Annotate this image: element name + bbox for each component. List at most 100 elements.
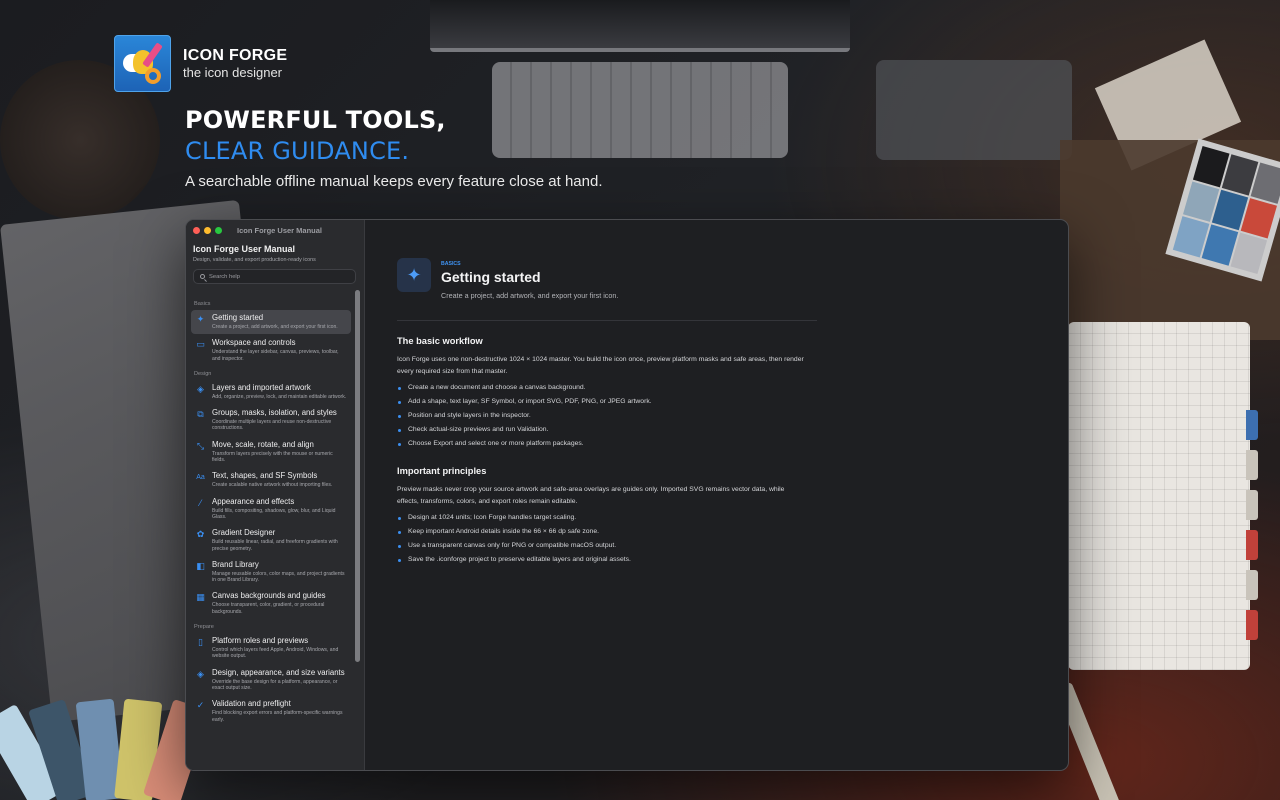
- section-label-basics: Basics: [194, 301, 211, 307]
- headline-subtitle: A searchable offline manual keeps every …: [185, 173, 603, 190]
- background-monitor: [430, 0, 850, 52]
- bullet-list: Create a new document and choose a canva…: [397, 381, 817, 451]
- sidebar-item-label: Move, scale, rotate, and align: [212, 439, 314, 449]
- sidebar-item-desc: Create scalable native artwork without i…: [212, 482, 333, 489]
- sidebar-nav: Basics ✦ Getting started Create a project…: [191, 296, 351, 770]
- section-label-design: Design: [194, 370, 212, 377]
- search-field[interactable]: [193, 269, 356, 284]
- sidebar-item-layers[interactable]: ◈ Layers and imported artwork Add, organi…: [191, 380, 351, 404]
- sidebar-item-desc: Manage reusable colors, color maps, and …: [212, 570, 345, 584]
- sidebar-item-desc: Control which layers feed Apple, Android…: [212, 647, 339, 660]
- sidebar-item-label: Brand Library: [212, 559, 259, 569]
- sidebar-item-getting-started[interactable]: ✦ Getting started Create a project, add a…: [191, 310, 351, 335]
- sidebar-item-label: Groups, masks, isolation, and styles: [212, 408, 337, 418]
- list-item: Create a new document and choose a canva…: [397, 381, 817, 395]
- sidebar-item-label: Appearance and effects: [212, 496, 295, 506]
- sidebar-item-groups[interactable]: ⧉ Groups, masks, isolation, and styles Co…: [191, 405, 351, 436]
- sidebar-item-canvas[interactable]: ▦ Canvas backgrounds and guides Choose tr…: [191, 588, 351, 619]
- device-icon: ▯: [198, 637, 203, 648]
- list-item: Keep important Android details inside th…: [397, 525, 817, 539]
- sidebar: Icon Forge User Manual Design, validate,…: [186, 220, 365, 770]
- sidebar-item-text-shapes[interactable]: Aa Text, shapes, and SF Symbols Create sc…: [191, 468, 351, 492]
- list-item: Position and style layers in the inspect…: [397, 409, 817, 423]
- sidebar-item-transform[interactable]: ⤡ Move, scale, rotate, and align Transfor…: [191, 437, 351, 468]
- sparkles-icon: ✦: [397, 258, 431, 292]
- sidebar-item-label: Canvas backgrounds and guides: [212, 591, 326, 601]
- sidebar-item-validation[interactable]: ✓ Validation and preflight Find blocking …: [191, 696, 351, 727]
- headline-line-1: POWERFUL TOOLS,: [185, 106, 446, 134]
- sidebar-item-desc: Build fills, compositing, shadows, glow,…: [212, 507, 336, 520]
- sidebar-item-label: Workspace and controls: [212, 338, 296, 348]
- background-sketchbook: [1068, 322, 1250, 670]
- list-item: Choose Export and select one or more pla…: [397, 437, 817, 451]
- brand-library-icon: ◧: [196, 560, 205, 571]
- article-kicker: BASICS: [441, 261, 461, 267]
- marketing-headline: POWERFUL TOOLS, CLEAR GUIDANCE. A search…: [185, 105, 603, 190]
- bullet-list: Design at 1024 units; Icon Forge handles…: [397, 511, 817, 567]
- canvas-grid-icon: ▦: [196, 592, 205, 603]
- sidebar-item-desc: Build reusable linear, radial, and freef…: [212, 539, 338, 552]
- search-icon: [200, 274, 205, 279]
- search-input[interactable]: [209, 273, 349, 280]
- article-title: Getting started: [441, 269, 541, 285]
- sidebar-item-variants[interactable]: ◈ Design, appearance, and size variants O…: [191, 665, 351, 696]
- sidebar-item-desc: Find blocking export errors and platform…: [212, 710, 343, 723]
- workspace-icon: ▭: [196, 339, 205, 350]
- sidebar-subtitle: Design, validate, and export production-…: [193, 257, 316, 263]
- brand-name: ICON FORGE: [183, 46, 288, 64]
- sparkle-cursor-icon: ✦: [196, 314, 205, 324]
- sidebar-item-workspace[interactable]: ▭ Workspace and controls Understand the l…: [191, 335, 351, 366]
- title-bar: Icon Forge User Manual: [186, 220, 366, 240]
- sidebar-item-label: Validation and preflight: [212, 699, 291, 709]
- close-window-button[interactable]: [193, 226, 200, 234]
- text-icon: Aa: [196, 474, 205, 482]
- list-item: Add a shape, text layer, SF Symbol, or i…: [397, 395, 817, 409]
- sidebar-item-platform-roles[interactable]: ▯ Platform roles and previews Control whi…: [191, 633, 351, 664]
- variants-icon: ◈: [197, 668, 204, 679]
- brand-tagline: the icon designer: [183, 64, 283, 80]
- groups-icon: ⧉: [197, 409, 204, 420]
- section-heading: The basic workflow: [397, 336, 483, 346]
- background-color-palette: [1165, 138, 1280, 282]
- sidebar-item-brand-library[interactable]: ◧ Brand Library Manage reusable colors, c…: [191, 557, 351, 588]
- section-label-prepare: Prepare: [194, 624, 214, 631]
- sidebar-item-desc: Choose transparent, color, gradient, or …: [212, 602, 325, 615]
- sidebar-item-desc: Transform layers precisely with the mous…: [212, 450, 333, 464]
- layers-icon: ◈: [197, 383, 204, 394]
- sidebar-item-gradient[interactable]: ✿ Gradient Designer Build reusable linear…: [191, 525, 351, 556]
- brand-header: ICON FORGE the icon designer: [114, 35, 287, 92]
- background-sketchbook-tabs: [1246, 410, 1258, 670]
- article-subtitle: Create a project, add artwork, and expor…: [441, 291, 619, 300]
- background-trackpad: [876, 60, 1072, 160]
- transform-icon: ⤡: [196, 440, 205, 451]
- app-logo-icon: [114, 35, 171, 92]
- sidebar-item-desc: Understand the layer sidebar, canvas, pr…: [212, 349, 339, 362]
- section-heading: Important principles: [397, 466, 487, 476]
- sidebar-title: Icon Forge User Manual: [193, 244, 296, 254]
- article-header: ✦ BASICS Getting started Create a projec…: [397, 258, 817, 321]
- manual-window: Icon Forge User Manual Design, validate,…: [185, 219, 1069, 771]
- wand-icon: ⁄: [199, 497, 202, 508]
- section-paragraph: Icon Forge uses one non-destructive 1024…: [397, 356, 804, 375]
- sidebar-item-desc: Override the base design for a platform,…: [212, 678, 338, 691]
- zoom-window-button[interactable]: [215, 226, 222, 234]
- section-paragraph: Preview masks never crop your source art…: [397, 486, 785, 505]
- background-swatch-fan: [0, 698, 210, 800]
- list-item: Design at 1024 units; Icon Forge handles…: [397, 511, 817, 525]
- sidebar-scrollbar[interactable]: [355, 290, 360, 662]
- background-paper: [1094, 39, 1242, 171]
- headline-line-2: CLEAR GUIDANCE.: [185, 137, 410, 165]
- sidebar-item-label: Getting started: [212, 313, 264, 322]
- sidebar-item-label: Text, shapes, and SF Symbols: [212, 471, 318, 481]
- list-item: Save the .iconforge project to preserve …: [397, 553, 817, 567]
- checkmark-circle-icon: ✓: [196, 700, 205, 711]
- sidebar-item-desc: Create a project, add artwork, and expor…: [212, 324, 338, 330]
- article: ✦ BASICS Getting started Create a projec…: [397, 258, 817, 567]
- sidebar-item-desc: Coordinate multiple layers and reuse non…: [212, 419, 332, 432]
- sidebar-item-label: Platform roles and previews: [212, 636, 309, 646]
- sidebar-item-label: Gradient Designer: [212, 528, 276, 538]
- sidebar-item-appearance[interactable]: ⁄ Appearance and effects Build fills, com…: [191, 494, 351, 525]
- minimize-window-button[interactable]: [204, 226, 211, 234]
- gradient-icon: ✿: [196, 529, 205, 540]
- list-item: Use a transparent canvas only for PNG or…: [397, 539, 817, 553]
